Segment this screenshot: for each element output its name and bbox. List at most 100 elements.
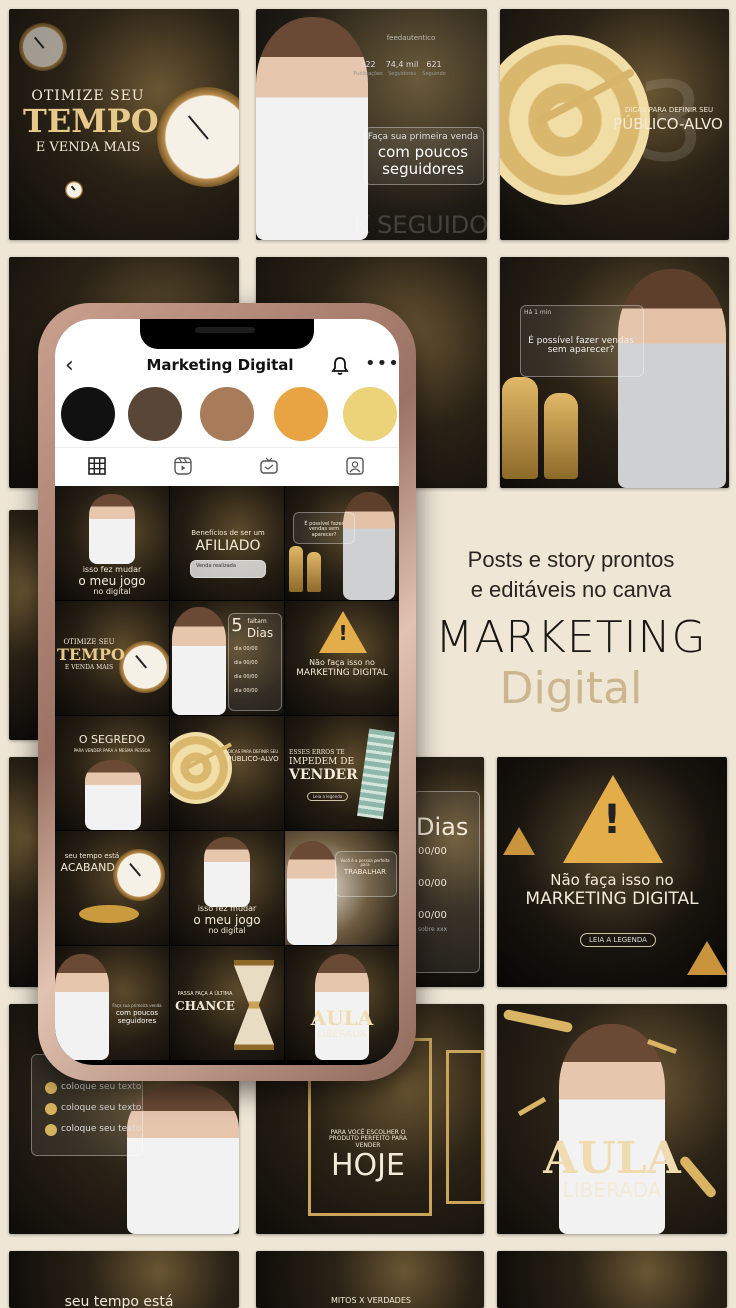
swatch-4[interactable]: [274, 387, 328, 441]
post-15-a: AULA: [310, 1006, 374, 1030]
profile-header: ‹ Marketing Digital •••: [55, 349, 399, 383]
post-4[interactable]: OTIMIZE SEU TEMPO E VENDA MAIS: [55, 601, 169, 715]
question: É possível fazer vendas sem aparecer?: [528, 336, 634, 356]
tile-vendas-sem-aparecer: Há 1 min É possível fazer vendas sem apa…: [500, 257, 729, 488]
tile-left-4: [9, 757, 39, 987]
post-3-a: É possível fazer vendas sem aparecer?: [304, 521, 344, 538]
post-11[interactable]: isso fez mudar o meu jogo no digital: [170, 831, 284, 945]
tile-bottom-2: MITOS X VERDADES: [256, 1251, 484, 1308]
tile-otimize-tempo: OTIMIZE SEU TEMPO E VENDA MAIS: [9, 9, 239, 240]
chess-queen-icon: [544, 393, 578, 479]
post-13[interactable]: Faça sua primeira venda com poucos segui…: [55, 946, 169, 1060]
tile-publico-alvo: 3 DICAS PARA DEFINIR SEU PÚBLICO-ALVO: [500, 9, 729, 240]
post-9-c: VENDER: [289, 767, 358, 783]
post-3[interactable]: É possível fazer vendas sem aparecer?: [285, 486, 399, 600]
swatch-3[interactable]: [200, 387, 254, 441]
pocket-watch-icon: [119, 641, 169, 693]
post-9[interactable]: ESSES ERROS TE IMPEDEM DE VENDER Leia a …: [285, 716, 399, 830]
tile-faltam-dias: Dias 00/00 00/00 00/00 sobre xxx: [404, 757, 484, 987]
alerta-line1: Não faça isso no: [550, 871, 674, 889]
dias-big: Dias: [416, 813, 469, 841]
bell-icon[interactable]: [330, 356, 350, 376]
post-8[interactable]: DICAS PARA DEFINIR SEU PÚBLICO-ALVO: [170, 716, 284, 830]
warning-small2-icon: [687, 941, 727, 975]
seguidores-line3: seguidores: [382, 160, 464, 178]
target-icon: [170, 732, 232, 804]
tagged-icon[interactable]: [345, 456, 365, 476]
handle: feedautentico: [386, 34, 436, 42]
tile-left-3: [9, 510, 39, 740]
post-5-b: faltam: [247, 618, 267, 625]
woman-phone-photo: [287, 841, 337, 945]
grid-icon[interactable]: [87, 456, 107, 476]
post-6-a: Não faça isso no: [309, 658, 375, 667]
post-5-i4: dia 00/00: [234, 688, 258, 694]
publico-small: DICAS PARA DEFINIR SEU: [624, 106, 714, 114]
tile-seguidores: feedautentico 322 74,4 mil 621 Publicaçõ…: [256, 9, 487, 240]
swatch-2[interactable]: [128, 387, 182, 441]
swatch-1[interactable]: [61, 387, 115, 441]
post-2-a: Benefícios de ser um: [191, 529, 265, 537]
post-1-c: no digital: [93, 587, 131, 596]
check-item-3: coloque seu texto: [61, 1124, 142, 1134]
woman-photo: [55, 954, 109, 1060]
money-icon: [357, 728, 395, 820]
post-2-c: Venda realizada: [196, 563, 236, 569]
aula-small: LIBERADA: [562, 1178, 662, 1202]
post-2-b: AFILIADO: [195, 538, 261, 554]
post-10[interactable]: seu tempo está ACABANDO: [55, 831, 169, 945]
time: Há 1 min: [524, 309, 552, 316]
pocket-watch-icon: [113, 849, 165, 901]
post-5[interactable]: 5 faltam Dias dia 00/00 dia 00/00 dia 00…: [170, 601, 284, 715]
promo-title-top: MARKETING: [435, 612, 707, 663]
pocket-watch-icon: [157, 87, 239, 187]
check-icon-3: [45, 1124, 57, 1136]
warning-mark: !: [602, 797, 622, 843]
post-15-b: LIBERADA: [317, 1029, 367, 1040]
tile-bottom-1: seu tempo está: [9, 1251, 239, 1308]
promo-tagline: Posts e story prontos e editáveis no can…: [418, 545, 724, 604]
post-12[interactable]: Você é a pessoa perfeita para TRABALHAR: [285, 831, 399, 945]
woman-photo: [85, 760, 141, 830]
woman-photo: [559, 1024, 665, 1234]
chess-icon: [289, 546, 303, 592]
swatch-5[interactable]: [343, 387, 397, 441]
post-2[interactable]: Benefícios de ser um AFILIADO Venda real…: [170, 486, 284, 600]
chess2-icon: [307, 552, 321, 592]
post-13-a: Faça sua primeira venda: [112, 1003, 162, 1008]
post-12-b: TRABALHAR: [343, 868, 387, 876]
post-14[interactable]: PASSA FAÇA A ÚLTIMA CHANCE: [170, 946, 284, 1060]
reels-icon[interactable]: [173, 456, 193, 476]
key-icon: [502, 1008, 574, 1034]
post-15[interactable]: AULA LIBERADA: [285, 946, 399, 1060]
promo-line1: Posts e story prontos: [467, 547, 675, 572]
seguidores-line1: Faça sua primeira venda: [367, 132, 479, 142]
post-11-c: no digital: [208, 926, 246, 935]
post-13-c: seguidores: [117, 1017, 157, 1025]
dia-item-1: 00/00: [418, 846, 447, 857]
promo-title-bottom: Digital: [499, 663, 643, 714]
woman-photo: [89, 494, 135, 564]
post-6[interactable]: ! Não faça isso no MARKETING DIGITAL: [285, 601, 399, 715]
tv-icon[interactable]: [259, 456, 279, 476]
back-icon[interactable]: ‹: [65, 353, 74, 378]
profile-tabs: [55, 447, 399, 484]
post-7[interactable]: O SEGREDO PARA VENDER PARA A MESMA PESSO…: [55, 716, 169, 830]
profile-title: Marketing Digital: [146, 356, 294, 374]
check-item-1: coloque seu texto: [61, 1082, 142, 1092]
post-1[interactable]: isso fez mudar o meu jogo no digital: [55, 486, 169, 600]
post-14-b: CHANCE: [175, 999, 235, 1013]
hourglass-icon: [234, 960, 274, 1050]
gold-coins-icon: [79, 905, 139, 923]
post-grid: isso fez mudar o meu jogo no digital Ben…: [55, 486, 399, 1065]
more-icon[interactable]: •••: [365, 353, 399, 374]
alerta-line2: MARKETING DIGITAL: [525, 889, 699, 909]
bottom-b: MITOS X VERDADES: [331, 1296, 411, 1305]
woman-photo: [618, 269, 726, 488]
bg-text: K SEGUIDO: [353, 211, 487, 239]
post-5-i2: dia 00/00: [234, 660, 258, 666]
warning-small-icon: [503, 827, 535, 855]
woman-photo: [256, 17, 368, 240]
tile-aula-liberada: AULA LIBERADA: [497, 1004, 727, 1234]
gold-frame-right: [446, 1050, 484, 1204]
